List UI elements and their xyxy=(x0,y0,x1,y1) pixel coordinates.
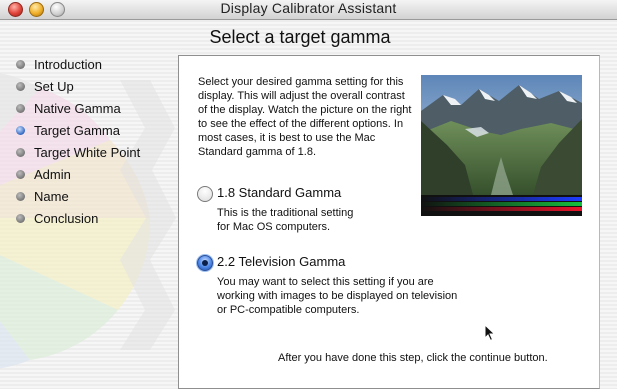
page-title: Select a target gamma xyxy=(209,27,391,47)
title-bar: Display Calibrator Assistant xyxy=(0,0,617,20)
step-bullet-icon xyxy=(16,60,25,69)
step-label: Native Gamma xyxy=(34,101,121,116)
current-step-bullet-icon xyxy=(16,126,25,135)
step-bullet-icon xyxy=(16,104,25,113)
colorsync-watermark xyxy=(0,73,176,369)
step-label: Conclusion xyxy=(34,211,99,226)
color-ramp-bars xyxy=(421,195,582,216)
gamma-2-2-radio[interactable] xyxy=(197,255,213,271)
step-bullet-icon xyxy=(16,192,25,201)
step-label: Name xyxy=(34,189,69,204)
step-label: Set Up xyxy=(34,79,74,94)
step-bullet-icon xyxy=(16,170,25,179)
blue-ramp-bar xyxy=(421,197,582,201)
step-bullet-icon xyxy=(16,82,25,91)
instructions-text: Select your desired gamma setting for th… xyxy=(198,76,412,158)
gamma-preview-image xyxy=(421,75,582,195)
gamma-1-8-label[interactable]: 1.8 Standard Gamma xyxy=(217,185,341,200)
gamma-2-2-label[interactable]: 2.2 Television Gamma xyxy=(217,254,345,269)
red-ramp-bar xyxy=(421,207,582,211)
content-panel: Select your desired gamma setting for th… xyxy=(178,55,600,389)
step-label: Admin xyxy=(34,167,71,182)
gamma-1-8-description: This is the traditional setting for Mac … xyxy=(217,207,354,233)
step-bullet-icon xyxy=(16,148,25,157)
gamma-2-2-description: You may want to select this setting if y… xyxy=(217,276,458,316)
green-ramp-bar xyxy=(421,202,582,206)
mouse-pointer-icon xyxy=(484,324,496,342)
step-label: Target Gamma xyxy=(34,123,120,138)
continue-instruction: After you have done this step, click the… xyxy=(278,352,548,364)
window-title: Display Calibrator Assistant xyxy=(220,0,397,16)
step-bullet-icon xyxy=(16,214,25,223)
step-label: Introduction xyxy=(34,57,102,72)
step-label: Target White Point xyxy=(34,145,141,160)
gamma-1-8-radio[interactable] xyxy=(197,186,213,202)
